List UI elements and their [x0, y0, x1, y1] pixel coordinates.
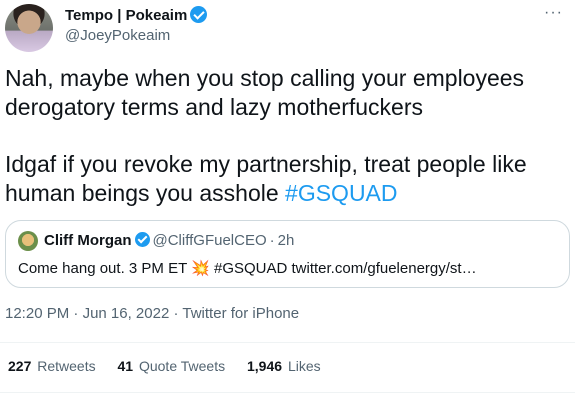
quoted-tweet-card[interactable]: Cliff Morgan @CliffGFuelCEO · 2h Come hang … — [5, 220, 570, 288]
verified-badge-icon — [134, 232, 150, 247]
author-handle[interactable]: @JoeyPokeaim — [65, 27, 170, 44]
verified-badge-icon — [190, 6, 208, 23]
stat-count: 1,946 — [247, 358, 283, 374]
divider — [0, 342, 575, 343]
timestamp-date[interactable]: Jun 16, 2022 — [83, 305, 170, 322]
quoted-author-avatar — [18, 231, 38, 251]
quoted-tweet-text: Come hang out. 3 PM ET 💥 #GSQUAD twitter… — [18, 260, 477, 277]
stat-count: 227 — [8, 358, 32, 374]
author-name-text[interactable]: Tempo | Pokeaim — [65, 7, 187, 24]
tweet-body: Nah, maybe when you stop calling your em… — [5, 64, 570, 208]
quote-tweets-stat[interactable]: 41 Quote Tweets — [118, 358, 226, 374]
tweet-line: Nah, maybe when you stop calling your em… — [5, 65, 525, 91]
quoted-author-name: Cliff Morgan — [44, 232, 132, 249]
author-display-name[interactable]: Tempo | Pokeaim — [65, 6, 208, 24]
tweet-line: derogatory terms and lazy motherfuckers — [5, 94, 424, 120]
divider — [0, 392, 575, 393]
tweet-line-text: human beings you asshole — [5, 180, 286, 206]
timestamp-time[interactable]: 12:20 PM — [5, 305, 69, 322]
quoted-author-line: Cliff Morgan @CliffGFuelCEO · 2h — [44, 232, 294, 249]
quoted-author-handle: @CliffGFuelCEO — [152, 232, 267, 249]
engagement-stats: 227 Retweets 41 Quote Tweets 1,946 Likes — [8, 358, 339, 374]
more-options-icon[interactable]: ··· — [544, 4, 563, 22]
hashtag-link[interactable]: #GSQUAD — [285, 180, 397, 206]
tweet-header: Tempo | Pokeaim @JoeyPokeaim ··· — [0, 0, 575, 62]
quoted-separator: · — [269, 232, 275, 249]
tweet-source[interactable]: Twitter for iPhone — [182, 305, 299, 322]
tweet-line: Idgaf if you revoke my partnership, trea… — [5, 151, 527, 177]
stat-label: Retweets — [37, 358, 96, 374]
timestamp-separator: · — [73, 305, 79, 322]
likes-stat[interactable]: 1,946 Likes — [247, 358, 321, 374]
stat-label: Quote Tweets — [138, 358, 226, 374]
retweets-stat[interactable]: 227 Retweets — [8, 358, 96, 374]
quoted-time: 2h — [277, 232, 295, 249]
author-avatar[interactable] — [5, 4, 53, 52]
tweet-timestamp: 12:20 PM · Jun 16, 2022 · Twitter for iP… — [5, 305, 299, 322]
stat-label: Likes — [287, 358, 321, 374]
tweet-line: human beings you asshole #GSQUAD — [5, 179, 570, 208]
timestamp-separator: · — [173, 305, 179, 322]
stat-count: 41 — [117, 358, 134, 374]
